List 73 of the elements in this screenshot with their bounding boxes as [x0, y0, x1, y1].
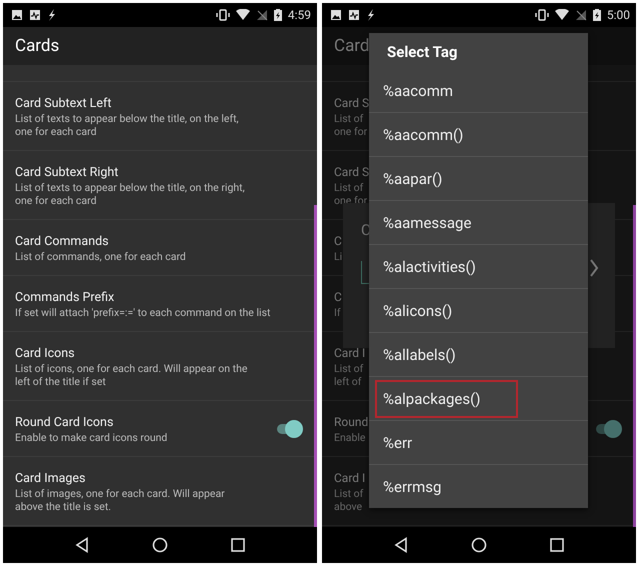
setting-title: Card Icons: [15, 345, 75, 362]
toggle-switch[interactable]: [596, 420, 622, 438]
setting-title: Card S: [334, 95, 370, 112]
menu-item[interactable]: %err: [375, 424, 420, 462]
setting-description: List of texts to appear below the title, on the left,: [15, 112, 239, 125]
toggle-switch[interactable]: [277, 420, 303, 438]
home-icon: [470, 537, 487, 553]
setting-title: Card I: [334, 470, 366, 487]
app-bar-title: Card: [334, 36, 370, 56]
back-icon: [74, 537, 89, 553]
recents-icon: [231, 538, 246, 552]
pulse-icon: [29, 9, 41, 21]
menu-item[interactable]: %alpackages(): [375, 380, 518, 418]
setting-title: Round Card Icons: [15, 414, 114, 431]
flash-icon: [47, 9, 56, 21]
setting-title: Card I: [334, 345, 366, 362]
setting-description: left of: [334, 375, 362, 388]
status-time: 5:00: [606, 8, 630, 22]
setting-description: above the title is set.: [15, 500, 112, 513]
menu-title: Select Tag: [386, 42, 458, 63]
setting-description: List of: [334, 112, 364, 125]
setting-description: List of: [334, 487, 364, 500]
menu-item[interactable]: %alicons(): [375, 292, 460, 330]
menu-item[interactable]: %alactivities(): [375, 248, 484, 286]
flash-icon: [366, 9, 375, 21]
battery-icon: [592, 9, 601, 21]
setting-description: List of images, one for each card. Will appear: [15, 487, 225, 500]
setting-title: Card Images: [15, 470, 86, 487]
setting-title: Card S: [334, 164, 370, 181]
menu-item[interactable]: %aamessage: [375, 204, 480, 242]
back-icon: [394, 537, 408, 553]
menu-item[interactable]: %aapar(): [375, 160, 450, 198]
wifi-icon: [236, 9, 250, 21]
setting-description: above: [334, 500, 362, 513]
chevron-icon: [589, 259, 599, 277]
setting-title: Card Subtext Right: [15, 164, 118, 181]
setting-description: Li: [334, 250, 342, 263]
image-icon: [11, 9, 23, 21]
setting-description: List of commands, one for each card: [15, 250, 186, 263]
setting-description: one for each card: [15, 125, 97, 138]
setting-title: Card Commands: [15, 233, 109, 250]
setting-description: Enable: [334, 431, 366, 444]
setting-description: one for: [334, 125, 368, 138]
recents-icon: [550, 538, 564, 552]
setting-title: Card Subtext Left: [15, 95, 112, 112]
no-signal-icon: [574, 9, 587, 21]
vibrate-icon: [216, 9, 230, 21]
setting-description: If: [334, 306, 341, 319]
setting-description: Enable to make card icons round: [15, 431, 168, 444]
home-icon: [152, 537, 168, 553]
setting-description: left of the title if set: [15, 375, 106, 388]
setting-description: List of: [334, 362, 364, 375]
setting-description: one for each card: [15, 194, 97, 207]
setting-description: If set will attach 'prefix=:=' to each command on the list: [15, 306, 270, 319]
setting-title: C: [334, 289, 342, 306]
app-bar-title: Cards: [15, 36, 60, 56]
setting-title: Round: [334, 414, 368, 431]
status-time: 4:59: [288, 8, 311, 22]
menu-item[interactable]: %errmsg: [375, 468, 450, 506]
menu-item[interactable]: %aacomm: [375, 72, 462, 110]
setting-description: List of icons, one for each card. Will appear on the: [15, 362, 248, 375]
menu-item[interactable]: %allabels(): [375, 336, 464, 374]
setting-description: List of texts to appear below the title, on the right,: [15, 181, 245, 194]
setting-title: C: [334, 233, 342, 250]
menu-item[interactable]: %aacomm(): [375, 116, 472, 154]
pulse-icon: [348, 9, 360, 21]
vibrate-icon: [534, 9, 549, 21]
setting-title: Commands Prefix: [15, 289, 114, 306]
image-icon: [330, 9, 342, 21]
setting-description: List of: [334, 181, 364, 194]
battery-icon: [274, 9, 282, 21]
no-signal-icon: [256, 9, 268, 21]
wifi-icon: [554, 9, 569, 21]
